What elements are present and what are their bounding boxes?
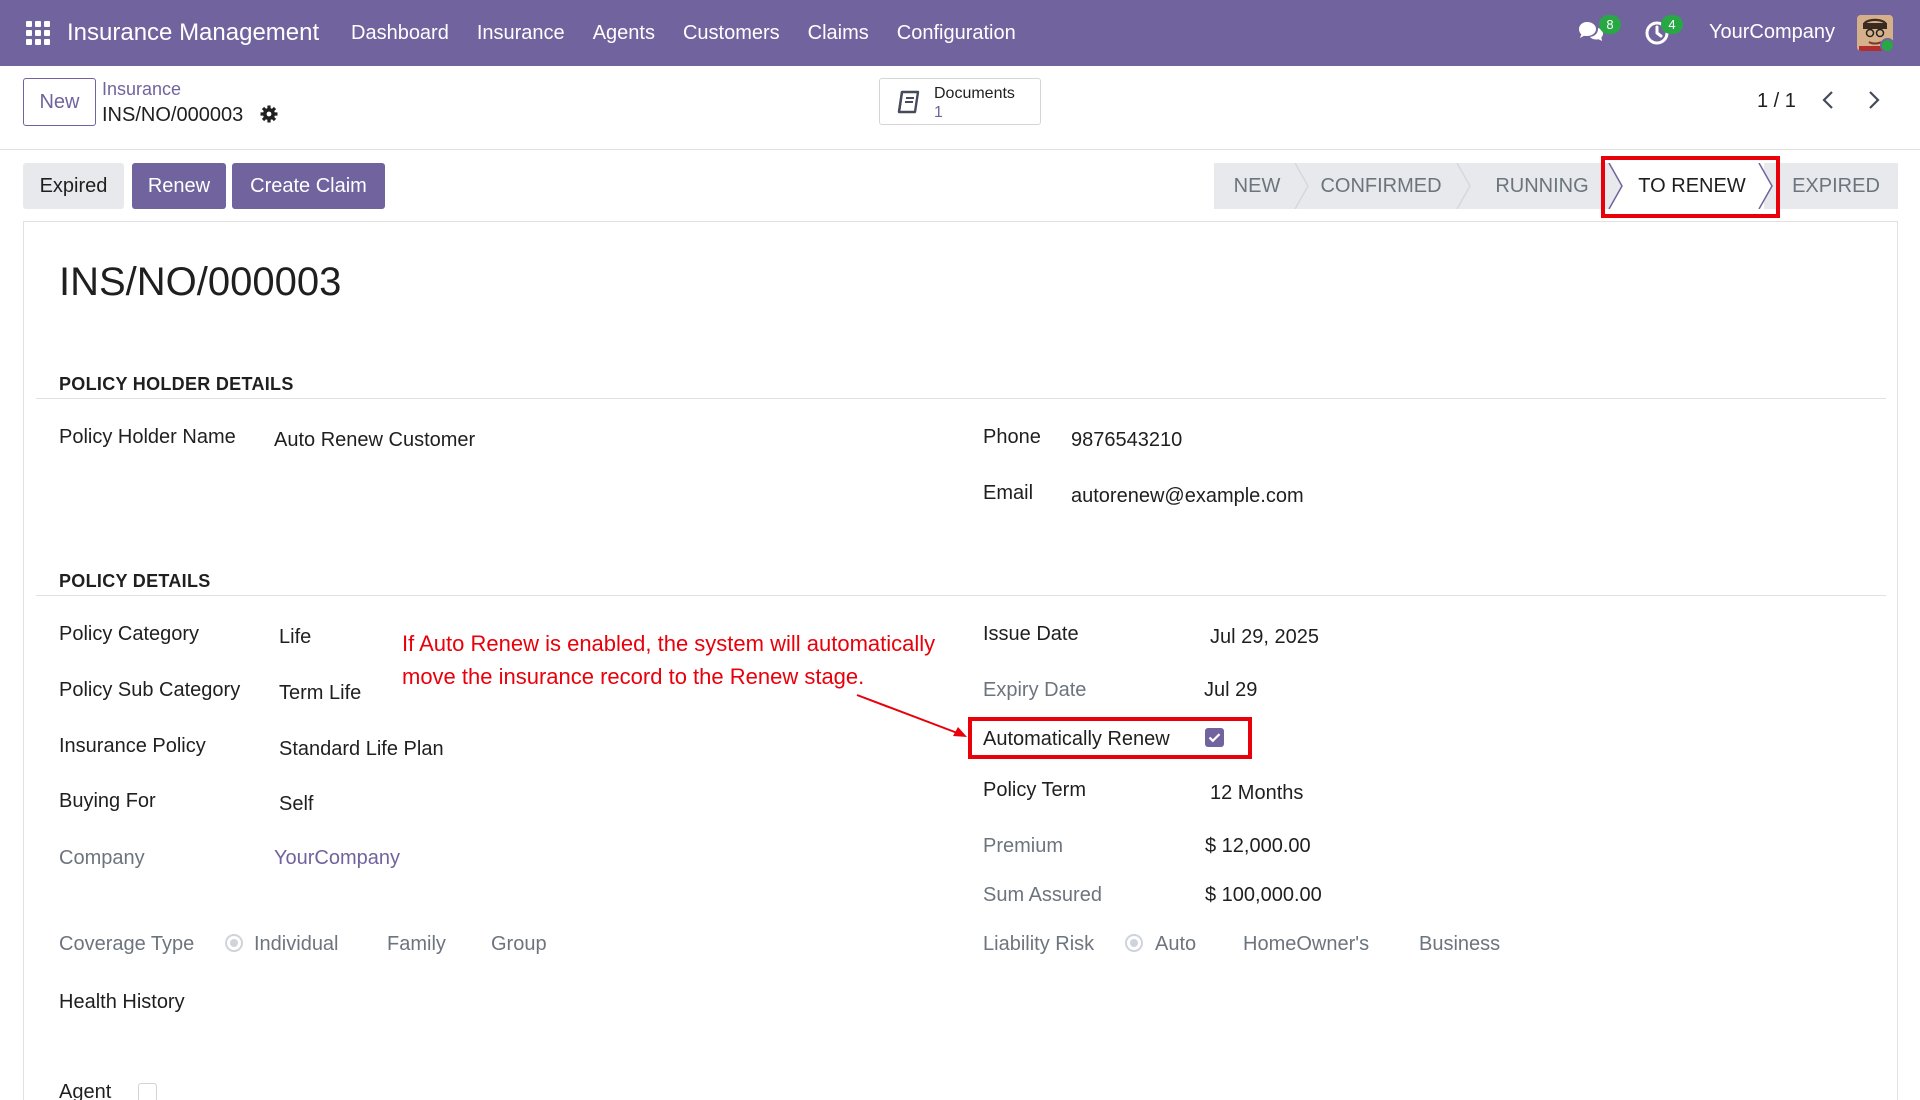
- annotation-line-2: move the insurance record to the Renew s…: [402, 664, 865, 689]
- email-field[interactable]: autorenew@example.com: [1071, 485, 1304, 508]
- company-switcher[interactable]: YourCompany: [1709, 21, 1835, 44]
- app-title[interactable]: Insurance Management: [67, 19, 319, 47]
- phone-field[interactable]: 9876543210: [1071, 429, 1182, 452]
- new-button[interactable]: New: [23, 78, 96, 126]
- policy-term-label: Policy Term: [983, 779, 1086, 801]
- create-claim-button[interactable]: Create Claim: [232, 163, 385, 209]
- highlight-to-renew: [1601, 156, 1780, 218]
- renew-button[interactable]: Renew: [132, 163, 226, 209]
- insurance-policy-label: Insurance Policy: [59, 735, 206, 757]
- documents-smart-button[interactable]: Documents 1: [879, 78, 1041, 125]
- coverage-option-individual[interactable]: Individual: [254, 933, 339, 956]
- control-panel: New Insurance INS/NO/000003 Documents 1 …: [0, 66, 1920, 150]
- agent-checkbox[interactable]: [138, 1083, 157, 1100]
- policy-term-field[interactable]: 12 Months: [1210, 782, 1303, 805]
- premium-field[interactable]: $ 12,000.00: [1205, 835, 1311, 858]
- coverage-option-family[interactable]: Family: [387, 933, 446, 956]
- top-navbar: Insurance Management Dashboard Insurance…: [0, 0, 1920, 66]
- phone-label: Phone: [983, 426, 1041, 448]
- email-label: Email: [983, 482, 1034, 504]
- record-title: INS/NO/000003: [59, 260, 342, 304]
- activity-count-badge: 4: [1661, 15, 1683, 34]
- expiry-date-field[interactable]: Jul 29: [1204, 679, 1257, 702]
- insurance-policy-field[interactable]: Standard Life Plan: [279, 738, 444, 761]
- policy-category-label: Policy Category: [59, 623, 200, 645]
- holder-name-label: Policy Holder Name: [59, 426, 236, 448]
- sum-assured-field[interactable]: $ 100,000.00: [1205, 884, 1322, 907]
- policy-sub-category-label: Policy Sub Category: [59, 679, 241, 701]
- liability-risk-label: Liability Risk: [983, 933, 1095, 955]
- status-bar: NEW CONFIRMED RUNNING TO RENEW EXPIRED: [1214, 163, 1898, 209]
- chevron-left-icon[interactable]: [1818, 88, 1838, 112]
- stage-running[interactable]: RUNNING: [1462, 163, 1608, 209]
- documents-label: Documents: [934, 85, 1015, 102]
- stage-expired[interactable]: EXPIRED: [1764, 163, 1898, 209]
- menu-customers[interactable]: Customers: [683, 22, 780, 45]
- section-divider: [36, 398, 1886, 399]
- health-history-label: Health History: [59, 991, 185, 1013]
- documents-count: 1: [934, 104, 943, 121]
- annotation-note: If Auto Renew is enabled, the system wil…: [402, 627, 992, 693]
- stage-confirmed[interactable]: CONFIRMED: [1300, 163, 1462, 209]
- stage-separator: [1456, 163, 1471, 209]
- stage-new[interactable]: NEW: [1214, 163, 1300, 209]
- premium-label: Premium: [983, 835, 1064, 857]
- liability-option-auto[interactable]: Auto: [1155, 933, 1196, 956]
- company-field[interactable]: YourCompany: [274, 847, 400, 870]
- chat-count-badge: 8: [1599, 15, 1621, 34]
- section-policy-holder: POLICY HOLDER DETAILS: [59, 374, 294, 394]
- issue-date-field[interactable]: Jul 29, 2025: [1210, 626, 1319, 649]
- sum-assured-label: Sum Assured: [983, 884, 1102, 906]
- gear-icon[interactable]: [259, 104, 279, 124]
- book-icon: [897, 90, 920, 114]
- policy-sub-category-field[interactable]: Term Life: [279, 682, 361, 705]
- breadcrumb-current: INS/NO/000003: [102, 104, 244, 126]
- menu-insurance[interactable]: Insurance: [477, 22, 565, 45]
- menu-configuration[interactable]: Configuration: [897, 22, 1016, 45]
- online-status-dot: [1880, 38, 1895, 53]
- buying-for-label: Buying For: [59, 790, 156, 812]
- liability-option-homeowner[interactable]: HomeOwner's: [1243, 933, 1369, 956]
- stage-separator: [1294, 163, 1309, 209]
- chevron-right-icon[interactable]: [1864, 88, 1884, 112]
- menu-agents[interactable]: Agents: [593, 22, 655, 45]
- coverage-option-group[interactable]: Group: [491, 933, 547, 956]
- company-label: Company: [59, 847, 145, 869]
- policy-category-field[interactable]: Life: [279, 626, 311, 649]
- annotation-line-1: If Auto Renew is enabled, the system wil…: [402, 631, 936, 656]
- expired-button[interactable]: Expired: [23, 163, 124, 209]
- buying-for-field[interactable]: Self: [279, 793, 313, 816]
- main-menu: Dashboard Insurance Agents Customers Cla…: [351, 22, 1044, 45]
- section-policy-details: POLICY DETAILS: [59, 571, 211, 591]
- section-divider: [36, 595, 1886, 596]
- coverage-radio-individual[interactable]: [225, 934, 243, 952]
- coverage-type-label: Coverage Type: [59, 933, 195, 955]
- breadcrumb-parent[interactable]: Insurance: [102, 79, 181, 100]
- holder-name-field[interactable]: Auto Renew Customer: [274, 429, 475, 452]
- liability-option-business[interactable]: Business: [1419, 933, 1500, 956]
- issue-date-label: Issue Date: [983, 623, 1079, 645]
- agent-label: Agent: [59, 1081, 112, 1100]
- highlight-auto-renew: [968, 717, 1252, 759]
- menu-claims[interactable]: Claims: [808, 22, 869, 45]
- expiry-date-label: Expiry Date: [983, 679, 1087, 701]
- annotation-arrow: [856, 694, 967, 737]
- liability-radio-auto[interactable]: [1125, 934, 1143, 952]
- menu-dashboard[interactable]: Dashboard: [351, 22, 449, 45]
- pager-value[interactable]: 1 / 1: [1757, 90, 1796, 113]
- app-grid-icon[interactable]: [26, 21, 50, 45]
